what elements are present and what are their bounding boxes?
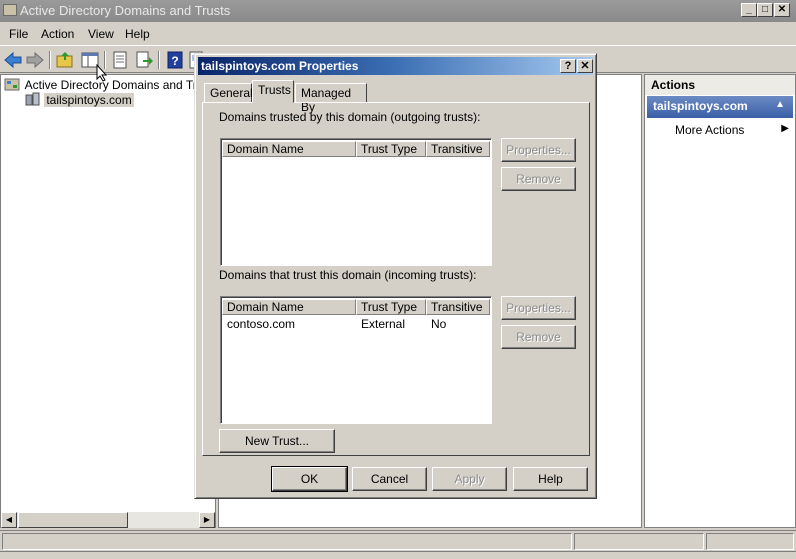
minimize-button[interactable]: _ bbox=[741, 3, 757, 17]
column-header-trust-type[interactable]: Trust Type bbox=[356, 141, 426, 157]
status-cell-main bbox=[2, 533, 572, 550]
properties-dialog: tailspintoys.com Properties ? ✕ General … bbox=[194, 53, 597, 499]
window-title-bar[interactable]: Active Directory Domains and Trusts _ □ … bbox=[0, 0, 796, 22]
close-button[interactable]: ✕ bbox=[774, 3, 790, 17]
scroll-thumb[interactable] bbox=[18, 512, 128, 528]
more-actions-item[interactable]: More Actions ▶ bbox=[675, 123, 793, 137]
more-actions-label: More Actions bbox=[675, 123, 745, 137]
actions-header: Actions bbox=[645, 75, 795, 95]
up-folder-icon[interactable] bbox=[55, 50, 75, 70]
taskbar-strip bbox=[0, 551, 796, 559]
incoming-remove-button[interactable]: Remove bbox=[501, 325, 576, 349]
tree-root-label: Active Directory Domains and Trusts bbox=[24, 78, 219, 92]
incoming-trusts-label: Domains that trust this domain (incoming… bbox=[219, 268, 477, 282]
outgoing-properties-button[interactable]: Properties... bbox=[501, 138, 576, 162]
app-icon bbox=[3, 4, 17, 16]
new-trust-button[interactable]: New Trust... bbox=[219, 429, 335, 453]
help-icon[interactable]: ? bbox=[165, 50, 185, 70]
cancel-button[interactable]: Cancel bbox=[352, 467, 427, 491]
apply-button[interactable]: Apply bbox=[432, 467, 507, 491]
tab-general[interactable]: General bbox=[204, 83, 253, 103]
menu-view[interactable]: View bbox=[88, 27, 114, 41]
outgoing-trusts-list[interactable]: Domain Name Trust Type Transitive bbox=[220, 138, 492, 266]
actions-section-label: tailspintoys.com bbox=[653, 99, 748, 113]
column-header-domain-name[interactable]: Domain Name bbox=[222, 141, 356, 157]
dialog-title-bar[interactable]: tailspintoys.com Properties ? ✕ bbox=[198, 57, 593, 75]
menu-file[interactable]: File bbox=[9, 27, 28, 41]
collapse-up-icon[interactable]: ▲ bbox=[775, 99, 785, 110]
domain-icon bbox=[25, 92, 40, 106]
incoming-properties-button[interactable]: Properties... bbox=[501, 296, 576, 320]
dialog-title: tailspintoys.com Properties bbox=[201, 59, 359, 73]
row-trust-type: External bbox=[361, 317, 406, 331]
tab-trusts[interactable]: Trusts bbox=[252, 80, 294, 103]
column-header-trust-type[interactable]: Trust Type bbox=[356, 299, 426, 315]
ad-domains-icon bbox=[4, 78, 20, 91]
context-help-button[interactable]: ? bbox=[560, 59, 576, 73]
back-arrow-icon[interactable] bbox=[3, 50, 23, 70]
forward-arrow-icon[interactable] bbox=[25, 50, 45, 70]
export-list-icon[interactable] bbox=[134, 50, 154, 70]
submenu-arrow-icon: ▶ bbox=[781, 123, 789, 134]
column-header-domain-name[interactable]: Domain Name bbox=[222, 299, 356, 315]
tree-domain-label: tailspintoys.com bbox=[44, 93, 134, 107]
incoming-trusts-list[interactable]: Domain Name Trust Type Transitive contos… bbox=[220, 296, 492, 424]
tree-domain-node[interactable]: tailspintoys.com bbox=[25, 92, 134, 107]
window-title: Active Directory Domains and Trusts bbox=[20, 3, 231, 18]
menu-bar: File Action View Help bbox=[0, 22, 796, 44]
row-transitive: No bbox=[431, 317, 447, 331]
mouse-cursor-icon bbox=[96, 64, 108, 82]
status-cell-3 bbox=[706, 533, 794, 550]
outgoing-trusts-label: Domains trusted by this domain (outgoing… bbox=[219, 110, 481, 124]
tree-horizontal-scrollbar[interactable]: ◀ ▶ bbox=[1, 512, 215, 528]
status-cell-2 bbox=[574, 533, 704, 550]
status-bar bbox=[0, 530, 796, 550]
dialog-close-button[interactable]: ✕ bbox=[577, 59, 593, 73]
svg-text:?: ? bbox=[171, 54, 178, 68]
row-domain-name: contoso.com bbox=[227, 317, 296, 331]
column-header-transitive[interactable]: Transitive bbox=[426, 299, 490, 315]
properties-icon[interactable] bbox=[110, 50, 130, 70]
trusts-tab-panel: Domains trusted by this domain (outgoing… bbox=[202, 102, 590, 456]
menu-action[interactable]: Action bbox=[41, 27, 74, 41]
outgoing-remove-button[interactable]: Remove bbox=[501, 167, 576, 191]
menu-help[interactable]: Help bbox=[125, 27, 150, 41]
column-header-transitive[interactable]: Transitive bbox=[426, 141, 490, 157]
actions-section-domain[interactable]: tailspintoys.com ▲ bbox=[647, 96, 793, 118]
tab-managed-by[interactable]: Managed By bbox=[295, 83, 367, 114]
ok-button[interactable]: OK bbox=[271, 466, 348, 492]
scroll-right-icon[interactable]: ▶ bbox=[199, 512, 215, 528]
maximize-button[interactable]: □ bbox=[757, 3, 773, 17]
console-tree: Active Directory Domains and Trusts tail… bbox=[0, 74, 219, 528]
help-button[interactable]: Help bbox=[513, 467, 588, 491]
table-row[interactable]: contoso.com External No bbox=[221, 317, 491, 333]
scroll-left-icon[interactable]: ◀ bbox=[1, 512, 17, 528]
tree-root[interactable]: Active Directory Domains and Trusts bbox=[4, 77, 219, 92]
actions-pane: Actions tailspintoys.com ▲ More Actions … bbox=[644, 74, 796, 528]
